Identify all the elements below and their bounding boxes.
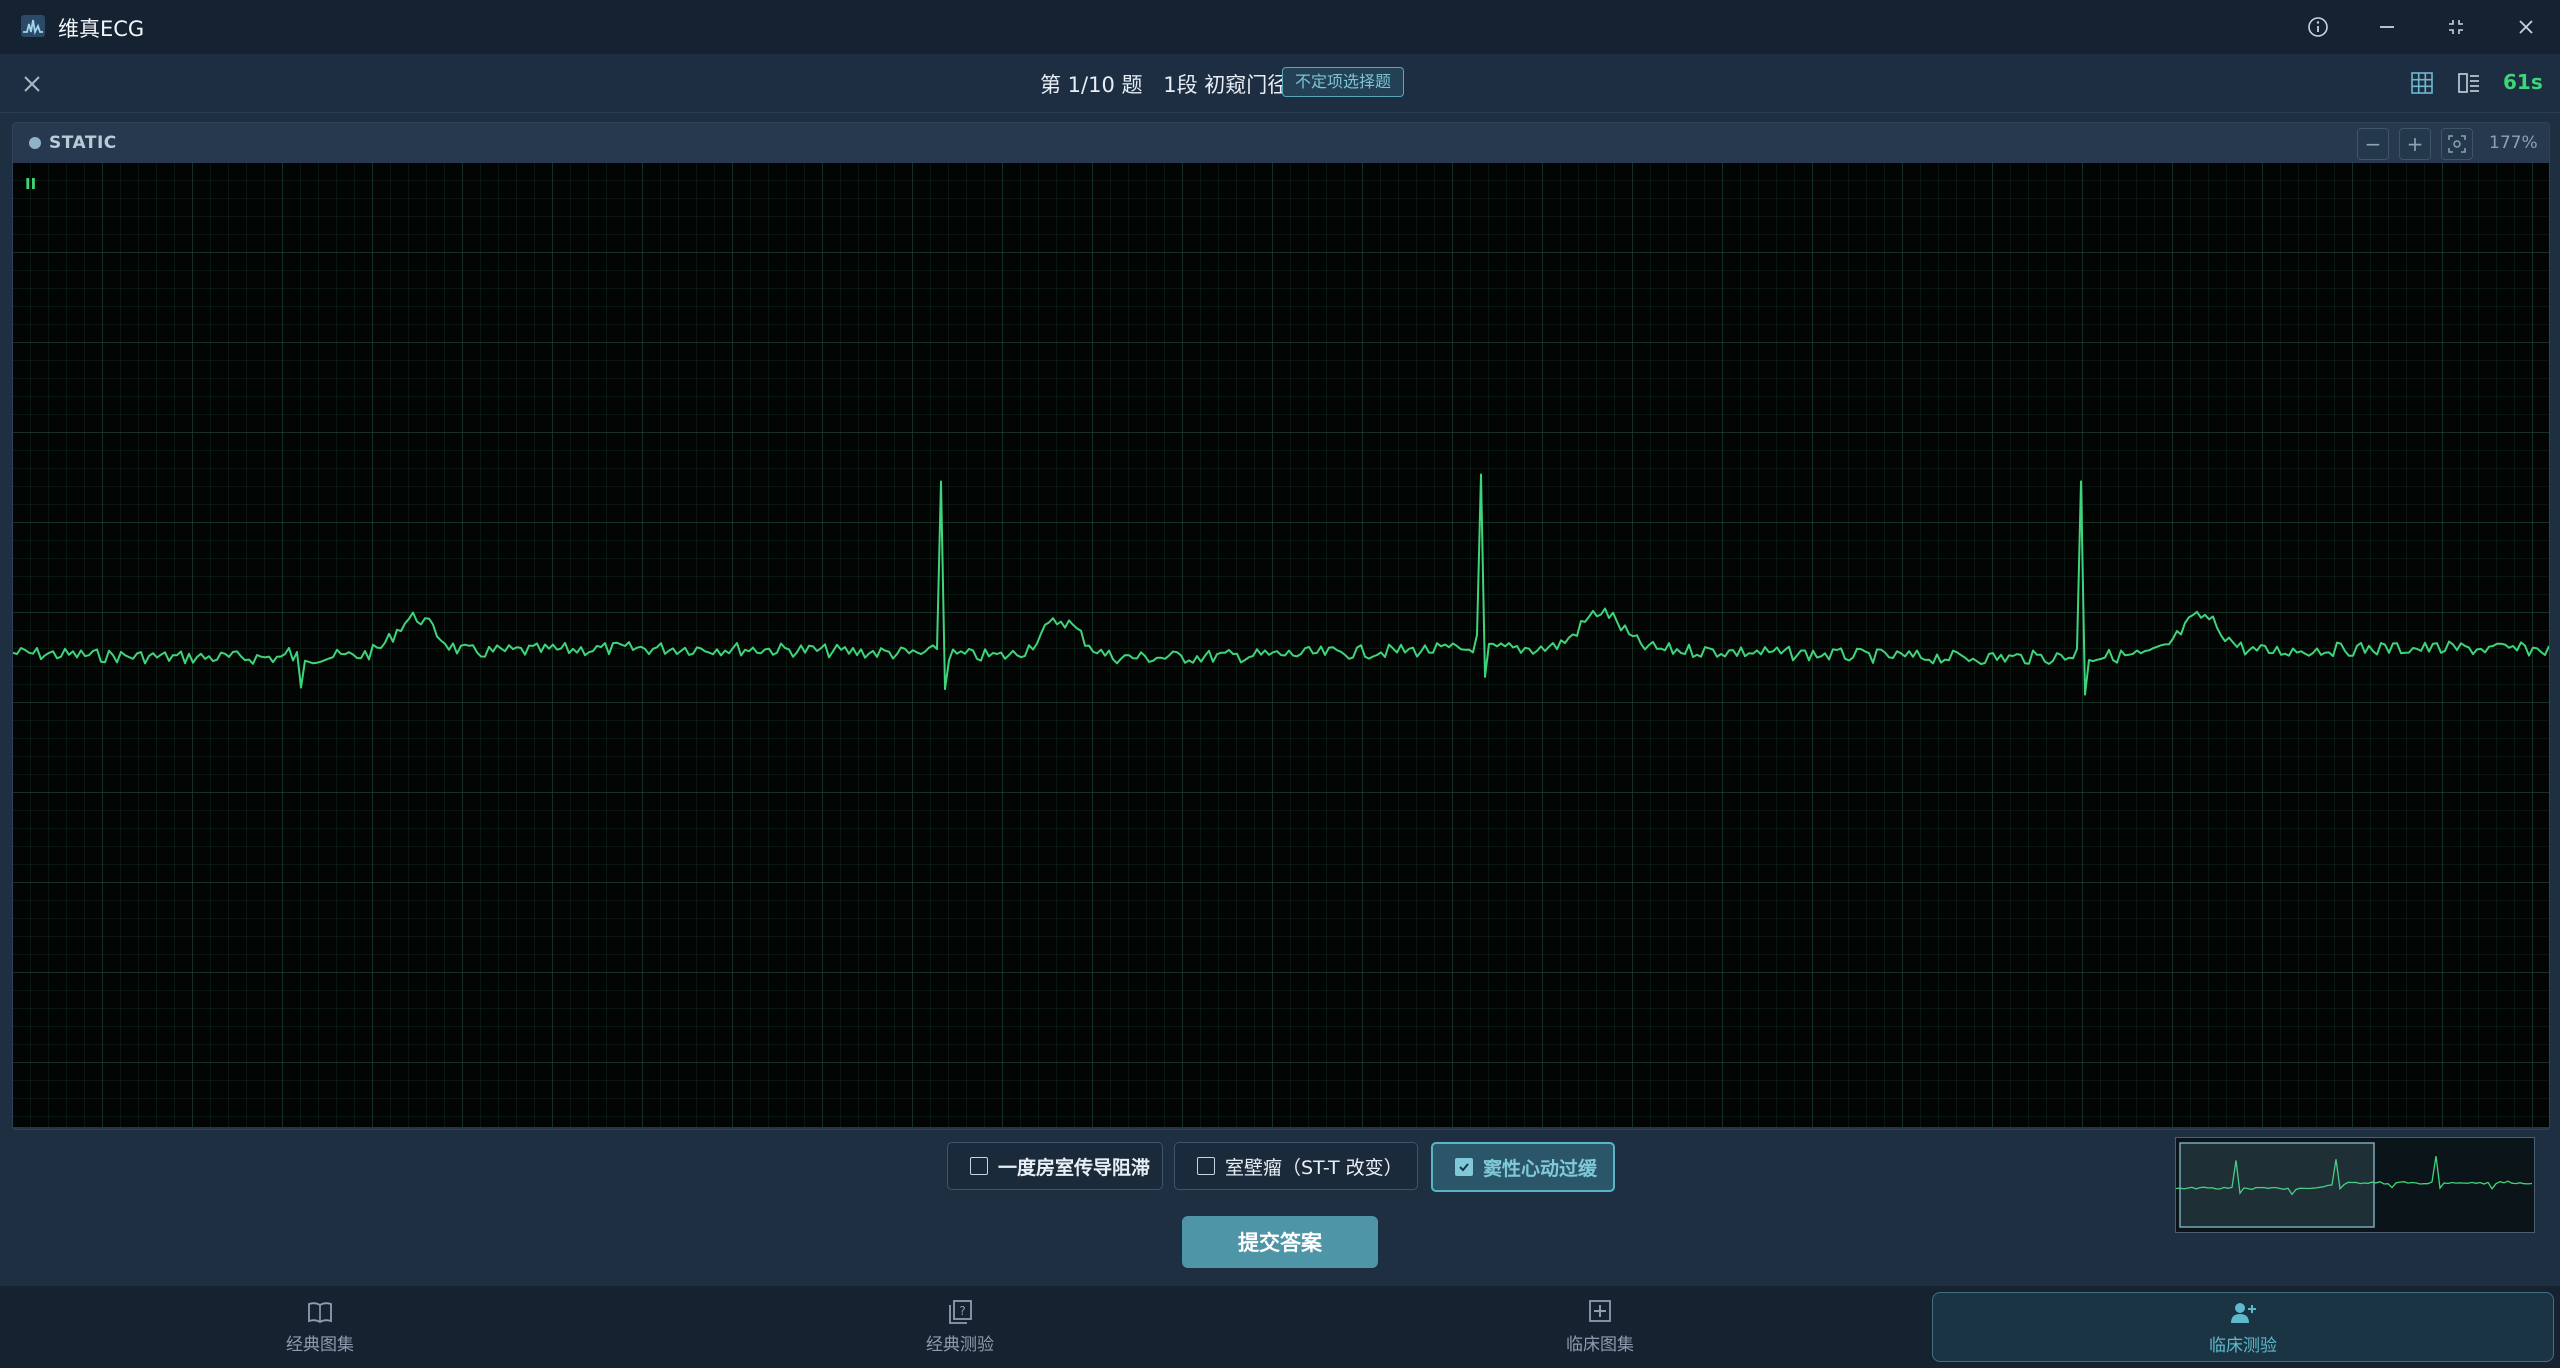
question-number: 第 1/10 题: [1040, 73, 1143, 97]
checkbox-checked-icon[interactable]: [1455, 1158, 1473, 1176]
title-bar: 维真ECG: [0, 0, 2560, 54]
timer: 61s: [2503, 70, 2543, 94]
pause-icon[interactable]: II: [25, 175, 36, 193]
ecg-waveform[interactable]: [12, 163, 2550, 1127]
nav-label: 经典图集: [286, 1334, 354, 1355]
zoom-level: 177%: [2489, 133, 2538, 153]
quiz-header: 第 1/10 题 1段 初窥门径 不定项选择题 61s: [0, 54, 2560, 113]
app-title: 维真ECG: [58, 17, 145, 41]
ecg-panel-header: STATIC − + 177%: [13, 123, 2549, 163]
nav-clinical-atlas[interactable]: 临床图集: [1290, 1292, 1910, 1360]
status-dot-icon: [29, 137, 41, 149]
checkbox-icon[interactable]: [1197, 1157, 1215, 1175]
plus-square-icon: [1589, 1299, 1611, 1322]
option-label: 窦性心动过缓: [1483, 1157, 1598, 1180]
ecg-panel: STATIC − + 177% II: [12, 122, 2550, 1233]
option-bradycardia[interactable]: 窦性心动过缓: [1431, 1142, 1615, 1192]
question-type-badge: 不定项选择题: [1282, 67, 1405, 97]
nav-classic-quiz[interactable]: ? 经典测验: [650, 1292, 1270, 1360]
info-icon[interactable]: [2300, 9, 2336, 45]
list-view-icon[interactable]: [2455, 69, 2483, 97]
option-avb[interactable]: 一度房室传导阻滞: [947, 1142, 1163, 1190]
add-user-icon: [2231, 1302, 2256, 1323]
question-title: 第 1/10 题 1段 初窥门径: [1040, 69, 1302, 99]
window-close-icon[interactable]: [2508, 9, 2544, 45]
book-icon: [308, 1301, 332, 1323]
nav-label: 临床测验: [2209, 1335, 2277, 1356]
option-label: 室壁瘤（ST-T 改变）: [1225, 1156, 1403, 1179]
fit-screen-icon[interactable]: [2441, 128, 2473, 160]
submit-answer-button[interactable]: 提交答案: [1182, 1216, 1378, 1268]
option-label: 一度房室传导阻滞: [998, 1156, 1151, 1179]
minimize-icon[interactable]: [2369, 9, 2405, 45]
zoom-out-button[interactable]: −: [2357, 128, 2389, 160]
close-quiz-icon[interactable]: [16, 68, 48, 100]
option-aneurysm[interactable]: 室壁瘤（ST-T 改变）: [1174, 1142, 1418, 1190]
svg-text:?: ?: [959, 1304, 965, 1318]
zoom-in-button[interactable]: +: [2399, 128, 2431, 160]
restore-icon[interactable]: [2438, 9, 2474, 45]
checkbox-icon[interactable]: [970, 1157, 988, 1175]
bottom-navigation: 经典图集 ? 经典测验 临床图集 临床测验: [0, 1286, 2560, 1368]
nav-classic-atlas[interactable]: 经典图集: [10, 1292, 630, 1360]
answer-options: 一度房室传导阻滞 室壁瘤（ST-T 改变） 窦性心动过缓: [0, 1142, 2560, 1192]
grid-view-icon[interactable]: [2408, 69, 2436, 97]
section-name: 1段 初窥门径: [1163, 73, 1289, 97]
nav-clinical-quiz[interactable]: 临床测验: [1932, 1292, 2554, 1362]
app-logo-icon: [21, 15, 45, 37]
ecg-canvas[interactable]: II: [12, 163, 2550, 1233]
quiz-icon: ?: [949, 1299, 972, 1324]
nav-label: 临床图集: [1566, 1334, 1634, 1355]
nav-label: 经典测验: [926, 1334, 994, 1355]
mode-label: STATIC: [49, 133, 117, 153]
